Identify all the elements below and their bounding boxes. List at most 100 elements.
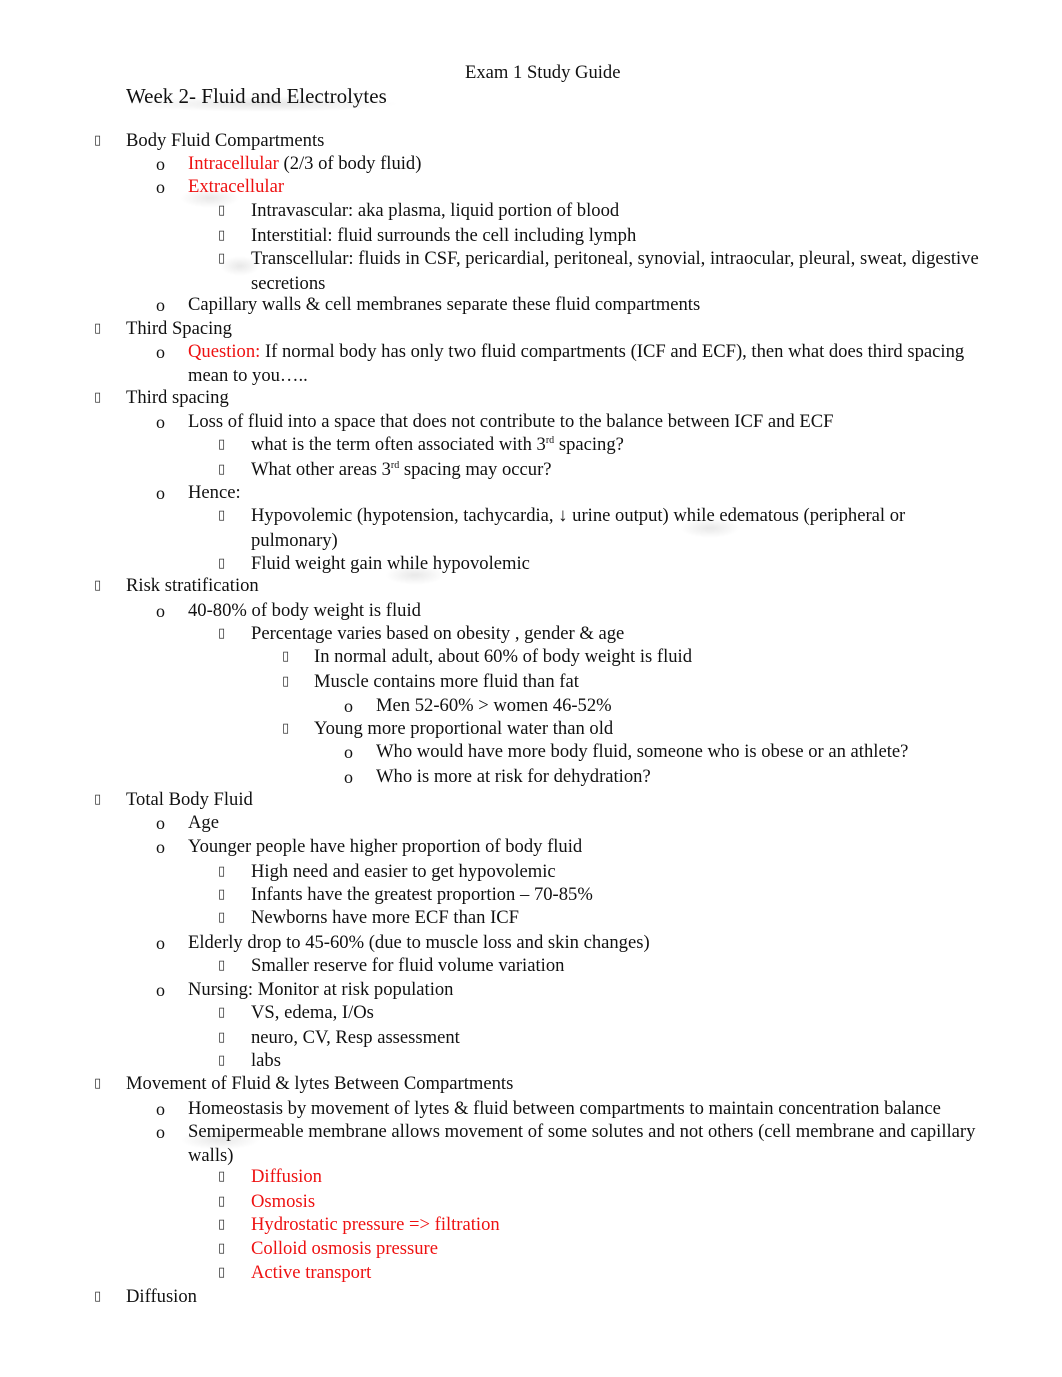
square-bullet-icon: ▯ [218,508,226,523]
outline-item-text: Semipermeable membrane allows movement o… [188,1121,976,1142]
outline-item-text: what is the term often associated with 3… [251,434,624,455]
outline-item-text: Osmosis [251,1190,315,1214]
superscript: rd [545,434,555,446]
outline-item-text: pulmonary) [251,530,338,551]
square-bullet-icon: ▯ [94,390,102,405]
letter-o-bullet-icon: o [344,742,353,762]
outline-item-text: Young more proportional water than old [314,718,614,739]
letter-o-bullet-icon: o [344,767,353,787]
outline-item-text: Muscle contains more fluid than fat [314,671,579,692]
square-bullet-icon: ▯ [218,626,226,641]
outline-item-text: Who would have more body fluid, someone … [376,741,909,762]
outline-item-text: In normal adult, about 60% of body weigh… [314,646,693,667]
square-bullet-icon: ▯ [94,133,102,148]
square-bullet-icon: ▯ [218,1265,226,1280]
letter-o-bullet-icon: o [156,177,165,197]
square-bullet-icon: ▯ [218,910,226,925]
outline-item-text: Question: If normal body has only two fl… [188,341,965,362]
outline-item-text: walls) [188,1145,234,1166]
highlighted-term: Colloid osmosis pressure [251,1238,438,1259]
outline-item-text: 40-80% of body weight is fluid [188,600,421,621]
outline-item-text: What other areas 3rd spacing may occur? [251,459,552,480]
outline-item-text: VS, edema, I/Os [251,1002,374,1023]
square-bullet-icon: ▯ [94,792,102,807]
letter-o-bullet-icon: o [344,696,353,716]
outline-item-text: Elderly drop to 45-60% (due to muscle lo… [188,932,650,953]
outline-item-text: mean to you….. [188,365,308,386]
letter-o-bullet-icon: o [156,837,165,857]
letter-o-bullet-icon: o [156,933,165,953]
square-bullet-icon: ▯ [218,251,226,266]
square-bullet-icon: ▯ [218,887,226,902]
square-bullet-icon: ▯ [94,321,102,336]
square-bullet-icon: ▯ [282,674,290,689]
outline-item-text: Hence: [188,482,241,503]
letter-o-bullet-icon: o [156,1099,165,1119]
outline-item-text: Body Fluid Compartments [126,130,325,151]
outline-item-text: Age [188,812,219,833]
highlighted-term: Diffusion [251,1166,322,1187]
square-bullet-icon: ▯ [94,578,102,593]
outline-item-text: Percentage varies based on obesity , gen… [251,623,625,644]
square-bullet-icon: ▯ [218,462,226,477]
outline-item-text: Movement of Fluid & lytes Between Compar… [126,1073,514,1094]
outline-item-text: Transcellular: fluids in CSF, pericardia… [251,248,979,269]
outline-item-text: Hypovolemic (hypotension, tachycardia, ↓… [251,505,906,526]
outline-item-text: neuro, CV, Resp assessment [251,1027,460,1048]
square-bullet-icon: ▯ [218,1053,226,1068]
square-bullet-icon: ▯ [218,1217,226,1232]
outline-item-text: Nursing: Monitor at risk population [188,979,454,1000]
square-bullet-icon: ▯ [218,203,226,218]
outline-item-text: High need and easier to get hypovolemic [251,861,556,882]
letter-o-bullet-icon: o [156,154,165,174]
outline-item-text: labs [251,1050,281,1071]
outline-item-text: Active transport [251,1261,371,1285]
letter-o-bullet-icon: o [156,813,165,833]
letter-o-bullet-icon: o [156,295,165,315]
outline-item-text: Extracellular [188,175,284,199]
highlighted-term: Intracellular [188,153,279,174]
square-bullet-icon: ▯ [218,228,226,243]
outline-item-text: Fluid weight gain while hypovolemic [251,553,530,574]
square-bullet-icon: ▯ [218,1169,226,1184]
outline-item-text: Hydrostatic pressure => filtration [251,1213,500,1237]
square-bullet-icon: ▯ [218,958,226,973]
outline-item-text: Colloid osmosis pressure [251,1237,438,1261]
outline-item-text: Younger people have higher proportion of… [188,836,583,857]
letter-o-bullet-icon: o [156,601,165,621]
letter-o-bullet-icon: o [156,483,165,503]
outline-item-text: Diffusion [126,1286,197,1307]
outline-item-text: Intravascular: aka plasma, liquid portio… [251,200,620,221]
outline-item-text: Third Spacing [126,318,232,339]
square-bullet-icon: ▯ [218,1030,226,1045]
document-title: Exam 1 Study Guide [465,62,621,83]
highlighted-term: Hydrostatic pressure => filtration [251,1214,500,1235]
outline-item-text: Interstitial: fluid surrounds the cell i… [251,225,637,246]
outline-item-text: Men 52-60% > women 46-52% [376,695,612,716]
square-bullet-icon: ▯ [218,864,226,879]
square-bullet-icon: ▯ [94,1289,102,1304]
outline-item-text: Diffusion [251,1165,322,1189]
section-heading: Week 2- Fluid and Electrolytes [126,84,387,108]
outline-item-text: Total Body Fluid [126,789,253,810]
letter-o-bullet-icon: o [156,980,165,1000]
square-bullet-icon: ▯ [218,556,226,571]
square-bullet-icon: ▯ [282,721,290,736]
outline-item-text: Newborns have more ECF than ICF [251,907,520,928]
outline-item-text: Who is more at risk for dehydration? [376,766,651,787]
highlighted-term: Extracellular [188,176,285,197]
outline-item-text: Third spacing [126,387,229,408]
square-bullet-icon: ▯ [218,1241,226,1256]
outline-item-text: Intracellular (2/3 of body fluid) [188,153,422,174]
outline-item-text: Infants have the greatest proportion – 7… [251,884,593,905]
letter-o-bullet-icon: o [156,1122,165,1142]
highlighted-term: Active transport [251,1262,372,1283]
square-bullet-icon: ▯ [218,437,226,452]
outline-item-text: Risk stratification [126,575,259,596]
outline-item-text: Homeostasis by movement of lytes & fluid… [188,1098,941,1119]
outline-item-text: Smaller reserve for fluid volume variati… [251,955,565,976]
letter-o-bullet-icon: o [156,412,165,432]
outline-item-text: Capillary walls & cell membranes separat… [188,294,701,315]
superscript: rd [390,459,400,471]
square-bullet-icon: ▯ [218,1005,226,1020]
